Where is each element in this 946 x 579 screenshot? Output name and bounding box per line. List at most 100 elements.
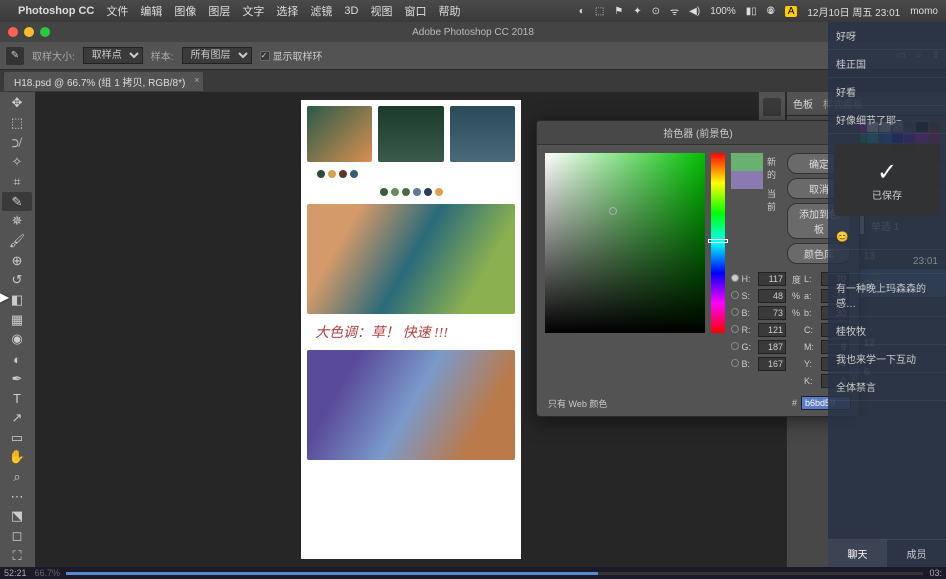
battery-icon[interactable]: ▮▯	[746, 6, 757, 17]
battery-pct: 100%	[710, 6, 736, 17]
swatch	[317, 170, 325, 178]
dialog-title: 拾色器 (前景色)	[537, 121, 859, 145]
color-field[interactable]	[545, 153, 705, 333]
wifi-icon[interactable]: ⊙	[652, 6, 660, 17]
menu-view[interactable]: 视图	[370, 3, 392, 19]
doc-tab-label: H18.psd @ 66.7% (组 1 拷贝, RGB/8*)	[14, 78, 185, 89]
menu-image[interactable]: 图像	[174, 3, 196, 19]
pen-tool[interactable]: ✒	[2, 369, 32, 388]
chat-message: 有一种晚上玛森森的感…	[828, 274, 946, 317]
window-titlebar: Adobe Photoshop CC 2018	[0, 22, 946, 42]
zoom-tool[interactable]: ⌕	[2, 468, 32, 487]
status-icon[interactable]: ◐	[579, 6, 585, 17]
eyedropper-icon[interactable]: ✎	[6, 47, 24, 65]
b-input[interactable]	[758, 306, 786, 320]
tab-chat[interactable]: 聊天	[828, 540, 887, 567]
minimize-icon[interactable]	[24, 27, 34, 37]
path-tool[interactable]: ↗	[2, 409, 32, 428]
screenmode-tool[interactable]: ⛶	[2, 546, 32, 565]
r-input[interactable]	[758, 323, 786, 337]
show-ring-checkbox[interactable]: 显示取样环	[260, 48, 323, 63]
dodge-tool[interactable]: ◐	[2, 350, 32, 369]
zoom-level: 66.7%	[35, 568, 61, 578]
type-tool[interactable]: T	[2, 389, 32, 408]
menu-file[interactable]: 文件	[106, 3, 128, 19]
wand-tool[interactable]: ✧	[2, 153, 32, 172]
color-cursor[interactable]	[609, 207, 617, 215]
blur-tool[interactable]: ◉	[2, 330, 32, 349]
g-input[interactable]	[758, 340, 786, 354]
thumbnail	[378, 106, 443, 162]
document-tab[interactable]: H18.psd @ 66.7% (组 1 拷贝, RGB/8*) ×	[4, 72, 203, 91]
menu-select[interactable]: 选择	[276, 3, 298, 19]
menu-3d[interactable]: 3D	[344, 5, 358, 17]
color-swap-tool[interactable]: ⬔	[2, 507, 32, 526]
wifi-icon[interactable]: ᯤ	[670, 4, 679, 18]
menu-layer[interactable]: 图层	[208, 3, 230, 19]
chat-message: 好像细节了耶~	[828, 106, 946, 134]
volume-icon[interactable]: ◀)	[689, 6, 700, 17]
app-name[interactable]: Photoshop CC	[18, 5, 94, 17]
hand-tool[interactable]: ✋	[2, 448, 32, 467]
web-only-checkbox[interactable]: 只有 Web 颜色	[545, 397, 607, 410]
illustration	[307, 350, 515, 460]
swatch	[435, 188, 443, 196]
check-icon: ✓	[838, 158, 936, 187]
document-canvas[interactable]: 大色调：草！ 快速 !!!	[301, 100, 521, 559]
status-badge[interactable]: A	[785, 6, 798, 17]
gradient-tool[interactable]: ▦	[2, 310, 32, 329]
eyedropper-tool[interactable]: ✎	[2, 192, 32, 211]
options-bar: ✎ 取样大小: 取样点 样本: 所有图层 显示取样环 ▭ ⌕ ⇪	[0, 42, 946, 70]
hue-cursor[interactable]	[708, 239, 728, 243]
time-remaining: 03:	[929, 568, 942, 578]
color-picker-dialog[interactable]: 拾色器 (前景色) 新的 当前 确定 取消 添加到色板 颜色库	[536, 120, 860, 417]
handwriting-note: 大色调：草！ 快速 !!!	[307, 320, 515, 344]
quickmask-tool[interactable]: ◻	[2, 527, 32, 546]
swatch	[391, 188, 399, 196]
close-icon[interactable]: ×	[194, 75, 199, 85]
swatch	[380, 188, 388, 196]
chat-message: 😊	[828, 226, 946, 250]
menu-edit[interactable]: 编辑	[140, 3, 162, 19]
status-icon[interactable]: ⚑	[614, 6, 623, 17]
tab-members[interactable]: 成员	[887, 540, 946, 567]
h-input[interactable]	[758, 272, 786, 286]
video-timeline[interactable]: 52:21 66.7% 03:	[0, 567, 946, 579]
status-icon[interactable]: ⬚	[595, 6, 604, 17]
swatch	[339, 170, 347, 178]
color-preview	[731, 153, 763, 189]
heal-tool[interactable]: ✵	[2, 212, 32, 231]
shape-tool[interactable]: ▭	[2, 428, 32, 447]
chat-message: 好呀	[828, 22, 946, 50]
s-input[interactable]	[758, 289, 786, 303]
sample-size-select[interactable]: 取样点	[83, 47, 143, 64]
move-tool[interactable]: ✥	[2, 94, 32, 113]
stamp-tool[interactable]: ⊕	[2, 251, 32, 270]
user-name[interactable]: momo	[910, 6, 938, 17]
menu-filter[interactable]: 滤镜	[310, 3, 332, 19]
menu-window[interactable]: 窗口	[404, 3, 426, 19]
datetime[interactable]: 12月10日 周五 23:01	[807, 4, 900, 19]
hue-slider[interactable]	[711, 153, 725, 333]
sample-layers-select[interactable]: 所有图层	[182, 47, 252, 64]
chat-message: 桂正国	[828, 50, 946, 78]
bval-input[interactable]	[758, 357, 786, 371]
history-tool[interactable]: ↺	[2, 271, 32, 290]
chat-message: 桂牧牧	[828, 317, 946, 345]
close-icon[interactable]	[8, 27, 18, 37]
lasso-tool[interactable]: ⟉	[2, 133, 32, 152]
menu-help[interactable]: 帮助	[438, 3, 460, 19]
progress-bar[interactable]	[66, 572, 923, 575]
maximize-icon[interactable]	[40, 27, 50, 37]
more-tool[interactable]: ⋯	[2, 487, 32, 506]
brush-tool[interactable]: 🖌	[2, 232, 32, 251]
spotlight-icon[interactable]: 🞋	[767, 6, 775, 17]
status-icon[interactable]: ✦	[633, 6, 641, 17]
hash-label: #	[792, 398, 797, 408]
menu-type[interactable]: 文字	[242, 3, 264, 19]
tab-swatches[interactable]: 色板	[793, 96, 813, 111]
crop-tool[interactable]: ⌗	[2, 173, 32, 192]
tools-panel: ✥ ⬚ ⟉ ✧ ⌗ ✎ ✵ 🖌 ⊕ ↺ ◧ ▦ ◉ ◐ ✒ T ↗ ▭ ✋ ⌕ …	[0, 92, 36, 567]
marquee-tool[interactable]: ⬚	[2, 114, 32, 133]
panel-icon[interactable]	[763, 98, 781, 116]
